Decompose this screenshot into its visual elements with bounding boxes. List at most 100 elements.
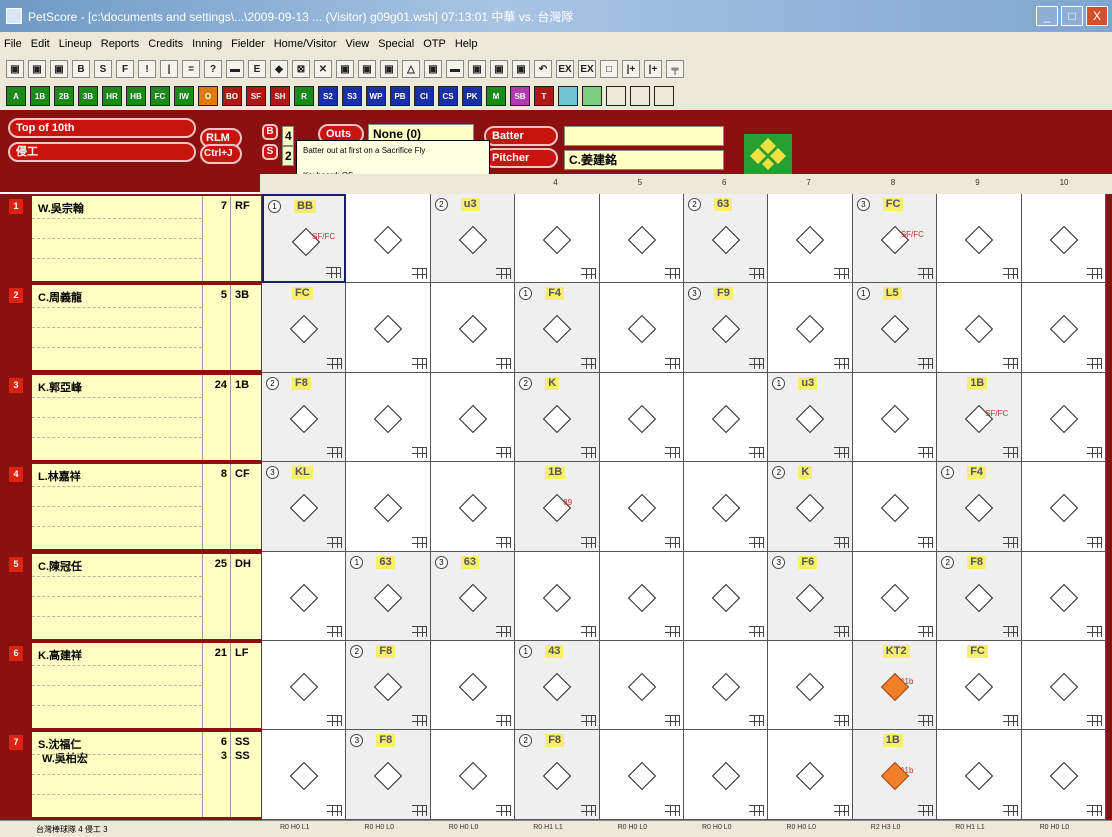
scorecard-cell[interactable]: 1 F4 [937,462,1022,552]
toolbar-button[interactable]: ▣ [468,60,486,78]
scorecard-cell[interactable] [346,372,431,463]
player-position[interactable]: DH [231,553,262,639]
play-code-button[interactable]: SF [246,86,266,106]
scorecard-cell[interactable] [346,283,431,373]
strikes-button[interactable]: S [262,144,278,160]
toolbar-button[interactable]: ▣ [50,60,68,78]
scorecard-cell[interactable]: 1B ^1b [852,730,938,820]
play-code-button[interactable]: 2B [54,86,74,106]
player-name-cell[interactable]: K.郭亞峰 [32,374,203,460]
toolbar-button[interactable]: ▣ [28,60,46,78]
player-number[interactable]: 8 [203,464,231,550]
toolbar-button[interactable]: ↶ [534,60,552,78]
scorecard-cell[interactable] [430,641,516,731]
scorecard-cell[interactable]: FC [937,641,1022,731]
lineup-row[interactable]: 6 K.高建祥 21 LF [0,641,262,730]
toolbar-button[interactable]: = [182,60,200,78]
scorecard-cell[interactable]: 2 F8 [262,372,347,463]
menu-item[interactable]: Credits [148,38,183,50]
toolbar-button[interactable]: ✕ [314,60,332,78]
scorecard-cell[interactable] [1021,730,1106,820]
scorecard-cell[interactable]: FC [262,283,347,373]
scorecard-cell[interactable] [346,462,431,552]
player-name-cell[interactable]: C.陳冠任 [32,553,203,639]
toolbar-button[interactable]: ? [204,60,222,78]
lineup-row[interactable]: 4 L.林嘉祥 8 CF [0,462,262,551]
play-code-button[interactable]: O [198,86,218,106]
scorecard-cell[interactable] [599,551,684,641]
toolbar-button[interactable]: |+ [622,60,640,78]
scorecard-cell[interactable] [599,641,684,731]
scorecard-cell[interactable] [599,730,684,820]
play-code-button[interactable]: R [294,86,314,106]
scorecard-cell[interactable] [768,194,853,284]
scorecard-cell[interactable] [599,462,684,552]
play-code-button[interactable]: A [6,86,26,106]
scorecard-cell[interactable]: 2 F8 [515,730,600,820]
player-number[interactable]: 25 [203,553,231,639]
player-name-cell[interactable]: S.沈福仁 W.吳柏宏 [32,732,203,818]
menu-item[interactable]: Special [378,38,414,50]
lineup-row[interactable]: 5 C.陳冠任 25 DH [0,552,262,641]
pitcher-button[interactable]: Pitcher [484,148,558,168]
player-position[interactable]: LF [231,643,262,728]
scorecard-cell[interactable] [1021,372,1106,463]
scorecard-cell[interactable] [515,194,600,284]
player-number[interactable]: 5 [203,285,231,371]
close-button[interactable]: X [1086,6,1108,26]
menu-item[interactable]: Fielder [231,38,265,50]
toolbar-button[interactable]: B [72,60,90,78]
batter-field[interactable] [564,126,724,146]
play-code-button[interactable]: FC [150,86,170,106]
menu-item[interactable]: Reports [101,38,140,50]
play-code-button[interactable]: IW [174,86,194,106]
scorecard-cell[interactable] [684,462,769,552]
toolbar-button[interactable]: | [160,60,178,78]
scorecard-cell[interactable] [937,194,1022,284]
menu-item[interactable]: Lineup [59,38,92,50]
player-position[interactable]: 1B [231,374,262,460]
toolbar-button[interactable]: ▬ [226,60,244,78]
scorecard-cell[interactable]: 1B 89 [515,462,600,552]
toolbar-button[interactable]: □ [600,60,618,78]
toolbar-button[interactable]: ▣ [380,60,398,78]
play-code-button[interactable]: CI [414,86,434,106]
scorecard-cell[interactable]: 3 FC SF/FC [852,194,938,284]
scorecard-cell[interactable] [515,551,600,641]
toolbar-button[interactable]: E [248,60,266,78]
title-bar[interactable]: PetScore - [c:\documents and settings\..… [0,0,1112,32]
pitcher-field[interactable]: C.姜建銘 [564,150,724,170]
ctrlj-button[interactable]: Ctrl+J [200,144,242,164]
scorecard-cell[interactable] [599,372,684,463]
scorecard-cell[interactable]: KT2 ^1b [852,641,938,731]
toolbar-button[interactable]: F [116,60,134,78]
play-code-button[interactable]: BO [222,86,242,106]
scorecard-cell[interactable] [684,730,769,820]
player-position[interactable]: SS SS [231,732,262,818]
scorecard-cell[interactable] [262,551,347,641]
scorecard-cell[interactable]: 2K [515,372,600,463]
play-code-button[interactable] [582,86,602,106]
play-code-button[interactable]: T [534,86,554,106]
player-position[interactable]: 3B [231,285,262,371]
play-code-button[interactable]: M [486,86,506,106]
player-number[interactable]: 24 [203,374,231,460]
scorecard-cell[interactable] [346,194,431,284]
toolbar-button[interactable]: ▣ [512,60,530,78]
menu-item[interactable]: OTP [423,38,446,50]
player-name-cell[interactable]: K.高建祥 [32,643,203,728]
menu-item[interactable]: Home/Visitor [274,38,337,50]
scorecard-cell[interactable]: 2 u3 [430,194,516,284]
scorecard-cell[interactable] [262,730,347,820]
scorecard-cell[interactable] [768,641,853,731]
toolbar-button[interactable]: EX [556,60,574,78]
scorecard-cell[interactable]: 3 63 [430,551,516,641]
lineup-row[interactable]: 3 K.郭亞峰 24 1B [0,373,262,462]
play-code-button[interactable]: SB [510,86,530,106]
balls-button[interactable]: B [262,124,278,140]
toolbar-button[interactable]: S [94,60,112,78]
toolbar-button[interactable]: |+ [644,60,662,78]
scorecard-cell[interactable] [1021,283,1106,373]
maximize-button[interactable]: □ [1061,6,1083,26]
scorecard-cell[interactable] [599,194,684,284]
